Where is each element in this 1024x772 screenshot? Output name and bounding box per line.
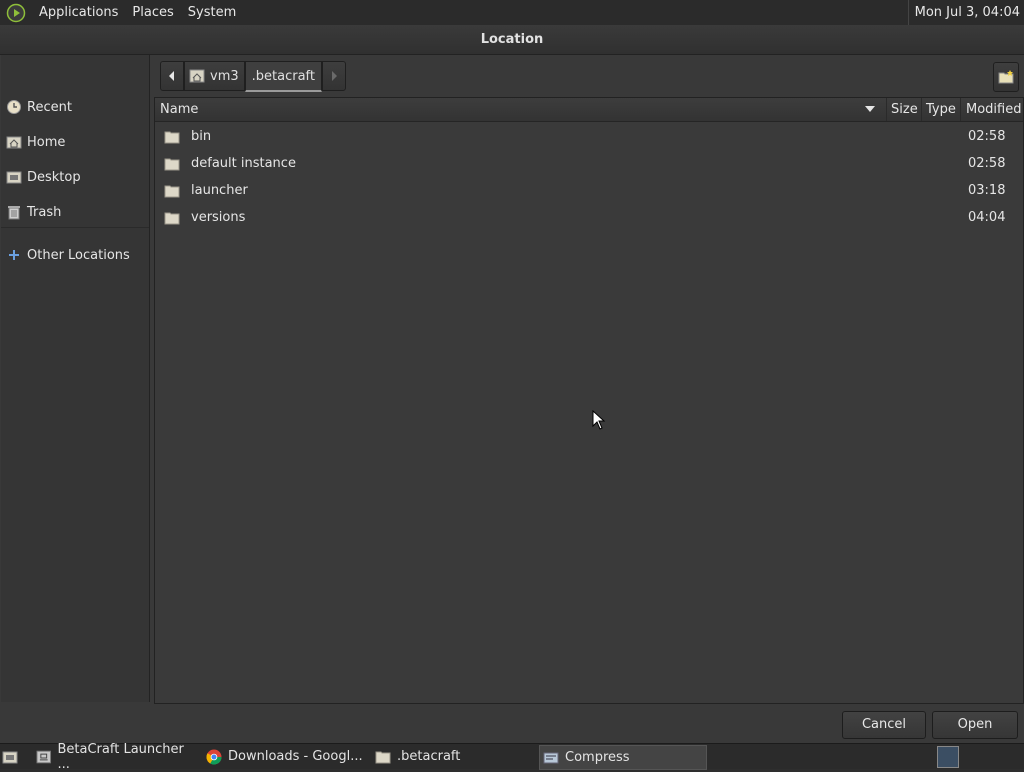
desktop-icon bbox=[2, 751, 18, 763]
file-list[interactable]: Name Size Type Modified bin 02:58 defaul… bbox=[154, 97, 1024, 704]
path-bar: vm3 .betacraft bbox=[160, 61, 346, 92]
chrome-icon bbox=[206, 749, 222, 765]
path-back-button[interactable] bbox=[160, 61, 184, 91]
top-panel: Applications Places System Mon Jul 3, 04… bbox=[0, 0, 1024, 26]
java-icon bbox=[36, 750, 52, 763]
task-downloads-chrome[interactable]: Downloads - Googl... bbox=[206, 745, 366, 768]
sidebar-separator bbox=[1, 227, 149, 228]
path-forward-button[interactable] bbox=[322, 61, 346, 91]
new-folder-button[interactable] bbox=[993, 62, 1019, 92]
task-compress[interactable]: Compress bbox=[539, 745, 707, 770]
file-row[interactable]: default instance 02:58 bbox=[155, 150, 1023, 177]
task-label: BetaCraft Launcher ... bbox=[57, 741, 184, 772]
file-row[interactable]: versions 04:04 bbox=[155, 204, 1023, 231]
trash-icon bbox=[8, 206, 20, 220]
show-desktop-button[interactable] bbox=[2, 745, 24, 768]
sidebar-item-label: Home bbox=[27, 134, 66, 150]
sidebar-item-trash[interactable]: Trash bbox=[1, 198, 149, 226]
cancel-button[interactable]: Cancel bbox=[842, 711, 926, 739]
chevron-right-icon bbox=[332, 71, 337, 81]
taskbar: BetaCraft Launcher ... Downloads - Googl… bbox=[0, 742, 1024, 772]
file-modified: 04:04 bbox=[968, 210, 1006, 225]
recent-icon bbox=[7, 100, 21, 114]
home-icon bbox=[189, 69, 205, 83]
column-name-label: Name bbox=[160, 102, 199, 117]
menu-places[interactable]: Places bbox=[125, 5, 180, 20]
folder-icon bbox=[375, 751, 391, 763]
file-name: default instance bbox=[191, 156, 296, 171]
desktop-icon bbox=[6, 171, 22, 184]
sidebar-item-label: Recent bbox=[27, 99, 72, 115]
file-row[interactable]: launcher 03:18 bbox=[155, 177, 1023, 204]
file-row[interactable]: bin 02:58 bbox=[155, 123, 1023, 150]
file-name: launcher bbox=[191, 183, 248, 198]
folder-icon bbox=[164, 158, 180, 170]
new-folder-icon bbox=[998, 70, 1014, 84]
open-button[interactable]: Open bbox=[932, 711, 1018, 739]
path-segment-label: .betacraft bbox=[251, 68, 315, 84]
column-modified[interactable]: Modified bbox=[960, 98, 1024, 121]
column-name[interactable]: Name bbox=[160, 98, 880, 121]
sidebar-item-other-locations[interactable]: Other Locations bbox=[1, 241, 149, 269]
sidebar-item-label: Trash bbox=[27, 204, 62, 220]
sidebar-item-label: Other Locations bbox=[27, 247, 130, 263]
task-betacraft-folder[interactable]: .betacraft bbox=[375, 745, 515, 768]
tray-app-icon[interactable] bbox=[937, 746, 959, 768]
sidebar-item-recent[interactable]: Recent bbox=[1, 93, 149, 121]
places-sidebar: Recent Home Desktop Trash Other Location… bbox=[1, 55, 150, 702]
menu-logo-icon[interactable] bbox=[6, 3, 26, 23]
path-segment-vm3[interactable]: vm3 bbox=[184, 61, 245, 91]
file-modified: 03:18 bbox=[968, 183, 1006, 198]
chevron-left-icon bbox=[169, 71, 174, 81]
menu-system[interactable]: System bbox=[181, 5, 243, 20]
clock[interactable]: Mon Jul 3, 04:04 bbox=[907, 0, 1020, 25]
folder-icon bbox=[164, 212, 180, 224]
sidebar-item-label: Desktop bbox=[27, 169, 81, 185]
task-betacraft-launcher[interactable]: BetaCraft Launcher ... bbox=[36, 742, 196, 772]
column-type[interactable]: Type bbox=[921, 98, 962, 121]
file-chooser-dialog: Location Recent Home Desktop Trash Other… bbox=[0, 25, 1024, 743]
archive-icon bbox=[543, 752, 559, 763]
file-name: bin bbox=[191, 129, 212, 144]
path-segment-betacraft[interactable]: .betacraft bbox=[244, 61, 322, 92]
sidebar-item-home[interactable]: Home bbox=[1, 128, 149, 156]
task-label: Downloads - Googl... bbox=[228, 749, 363, 764]
dialog-title: Location bbox=[0, 25, 1024, 55]
task-label: .betacraft bbox=[397, 749, 461, 764]
plus-icon bbox=[9, 250, 19, 260]
sort-descending-icon bbox=[865, 106, 875, 112]
folder-icon bbox=[164, 131, 180, 143]
mouse-cursor-icon bbox=[592, 410, 606, 430]
column-header: Name Size Type Modified bbox=[155, 98, 1023, 122]
sidebar-item-desktop[interactable]: Desktop bbox=[1, 163, 149, 191]
home-icon bbox=[6, 136, 22, 149]
task-label: Compress bbox=[565, 750, 630, 765]
menu-applications[interactable]: Applications bbox=[32, 5, 125, 20]
column-size[interactable]: Size bbox=[886, 98, 921, 121]
path-segment-label: vm3 bbox=[210, 68, 239, 84]
folder-icon bbox=[164, 185, 180, 197]
file-modified: 02:58 bbox=[968, 129, 1006, 144]
file-modified: 02:58 bbox=[968, 156, 1006, 171]
file-name: versions bbox=[191, 210, 246, 225]
